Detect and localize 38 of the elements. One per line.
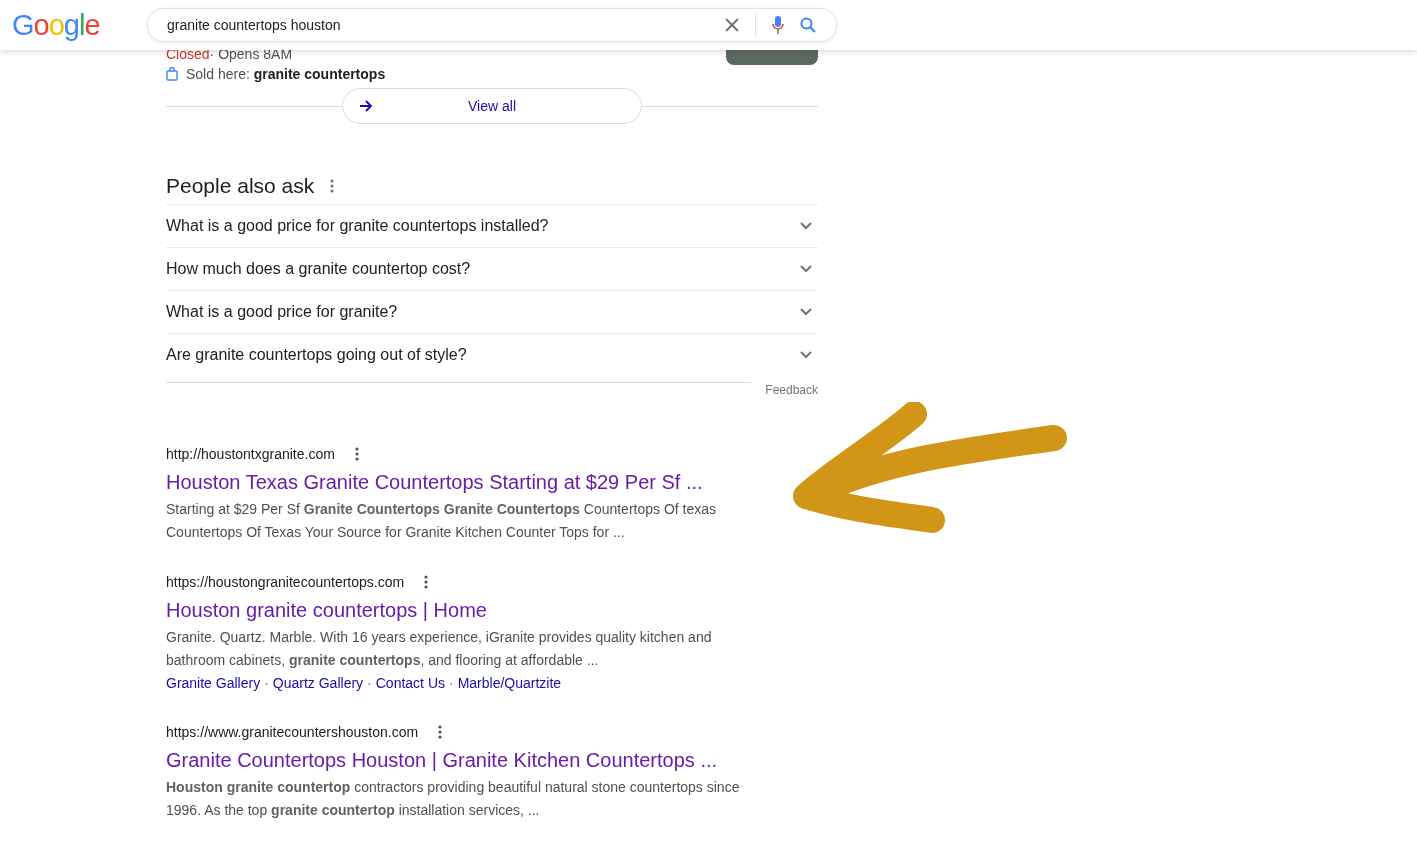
chevron-icon [800, 222, 812, 230]
result-url: https://www.granitecountershouston.com [166, 723, 419, 742]
arrow-right-icon [359, 99, 373, 113]
close-icon[interactable] [725, 18, 739, 32]
question-row[interactable]: What is a good price for granite countertops installed? [166, 204, 818, 247]
result-title-link[interactable]: Houston granite countertops | Home [166, 596, 746, 624]
result-snippet: Starting at $29 Per Sf Granite Countertops Granite Countertops Countertops Of texas Countertops Of Texas Your Source for Granite Kitchen Counter Tops for ... [166, 500, 718, 542]
result-title-link[interactable]: Houston Texas Granite Countertops Starting at $29 Per Sf ... [166, 468, 746, 496]
result-snippet: Granite. Quartz. Marble. With 16 years experience, iGranite provides quality kitchen and bathroom cabinets, granite countertops, and flooring at affordable ... [166, 628, 713, 670]
more-options-icon[interactable] [330, 179, 335, 193]
search-icon[interactable] [800, 17, 816, 33]
question-row[interactable]: Are granite countertops going out of style? [166, 333, 818, 376]
view-all-button[interactable]: View all [342, 88, 642, 124]
chevron-icon [800, 265, 812, 273]
result-url: http://houstontxgranite.com [166, 445, 335, 464]
question-row[interactable]: What is a good price for granite? [166, 290, 818, 333]
sold-here-text: Sold here: granite countertops [186, 65, 386, 84]
google-logo[interactable]: Google [12, 10, 147, 40]
section-heading: People also ask [166, 174, 315, 198]
sitelink[interactable]: Marble/Quartzite [457, 675, 562, 691]
result-title-link[interactable]: Granite Countertops Houston | Granite Kitchen Countertops ... [166, 746, 746, 774]
microphone-icon[interactable] [772, 16, 784, 34]
more-options-icon[interactable] [354, 447, 359, 461]
separator-dot: · [264, 675, 269, 691]
more-options-icon[interactable] [438, 725, 443, 739]
sitelink[interactable]: Granite Gallery [166, 675, 261, 691]
question-row[interactable]: How much does a granite countertop cost? [166, 247, 818, 290]
separator-dot: · [449, 675, 454, 691]
separator-dot: · [367, 675, 372, 691]
more-options-icon[interactable] [424, 575, 429, 589]
chevron-icon [800, 308, 812, 316]
result-url: https://houstongranitecountertops.com [166, 573, 405, 592]
sitelink[interactable]: Quartz Gallery [272, 675, 364, 691]
feedback-link[interactable]: Feedback [751, 383, 818, 397]
shopping-bag-icon [166, 67, 178, 81]
sitelink[interactable]: Contact Us [375, 675, 445, 691]
chevron-icon [800, 351, 812, 359]
result-snippet: Houston granite countertop contractors providing beautiful natural stone countertops since 1996. As the top granite countertop installation services, ... [166, 778, 741, 820]
